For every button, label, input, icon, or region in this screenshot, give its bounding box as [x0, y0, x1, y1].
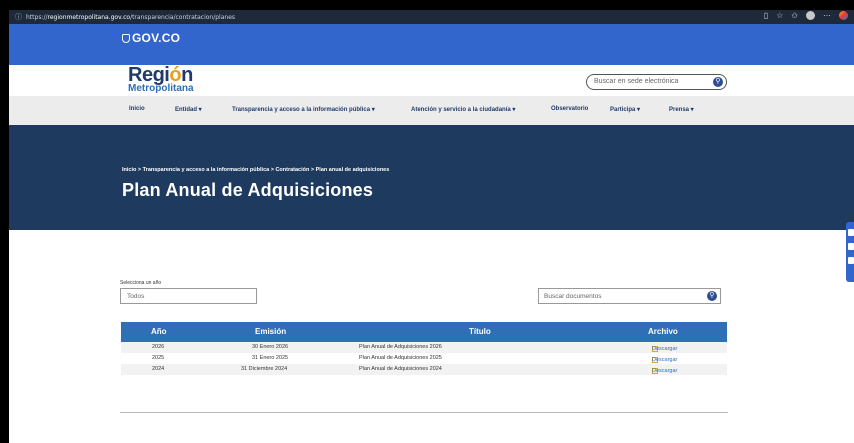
- search-icon[interactable]: ⚲: [713, 77, 723, 87]
- logo-word: Región: [128, 65, 194, 85]
- search-icon[interactable]: ⚲: [707, 291, 717, 301]
- cell-title: Plan Anual de Adquisiciones 2025: [359, 355, 442, 361]
- url-prefix: https://: [26, 13, 48, 21]
- breadcrumb[interactable]: Inicio > Transparencia y acceso a la inf…: [122, 167, 389, 173]
- year-select[interactable]: Todos: [120, 288, 257, 304]
- cell-year: 2024: [152, 366, 165, 372]
- site-search-input[interactable]: Buscar en sede electrónica ⚲: [586, 74, 727, 90]
- site-search-placeholder: Buscar en sede electrónica: [594, 78, 679, 85]
- table-row: 2025 31 Enero 2025 Plan Anual de Adquisi…: [121, 353, 727, 364]
- column-header-title: Título: [469, 327, 491, 336]
- nav-item-prensa[interactable]: Prensa ▾: [669, 106, 694, 113]
- documents-table: Año Emisión Título Archivo 2026 30 Enero…: [121, 322, 727, 375]
- favorite-icon[interactable]: ☆: [776, 11, 783, 20]
- document-search-input[interactable]: Buscar documentos ⚲: [538, 288, 721, 304]
- more-icon[interactable]: ⋯: [823, 11, 831, 20]
- page-hero: Inicio > Transparencia y acceso a la inf…: [9, 125, 854, 230]
- logo-subword: Metropolitana: [128, 83, 194, 94]
- cell-date: 31 Diciembre 2024: [241, 366, 288, 372]
- browser-window: ⓘ https://regionmetropolitana.gov.co/tra…: [9, 10, 854, 443]
- font-size-icon[interactable]: [848, 257, 854, 264]
- table-row: 2024 31 Diciembre 2024 Plan Anual de Adq…: [121, 364, 727, 375]
- document-search-placeholder: Buscar documentos: [544, 293, 602, 300]
- year-select-label: Selecciona un año: [120, 280, 162, 286]
- contrast-icon[interactable]: [848, 243, 854, 250]
- address-bar[interactable]: https://regionmetropolitana.gov.co/trans…: [26, 14, 235, 21]
- nav-item-inicio[interactable]: Inicio: [129, 106, 145, 112]
- url-domain: regionmetropolitana.gov.co: [47, 13, 131, 21]
- browser-tools: ▯ ☆ ✩ ⋯: [764, 11, 848, 20]
- cell-year: 2026: [152, 344, 165, 350]
- floating-toolbar: [846, 222, 854, 282]
- download-label: Descargar: [652, 346, 678, 352]
- column-header-file: Archivo: [648, 327, 678, 336]
- lock-icon: ⓘ: [15, 14, 22, 21]
- cell-date: 30 Enero 2026: [252, 344, 289, 350]
- column-header-year: Año: [151, 327, 167, 336]
- cell-title: Plan Anual de Adquisiciones 2024: [359, 366, 442, 372]
- extension-icon[interactable]: [839, 11, 848, 20]
- nav-item-entidad[interactable]: Entidad ▾: [175, 106, 202, 113]
- govco-logo-text: GOV.CO: [132, 31, 181, 45]
- site-logo[interactable]: Región Metropolitana: [128, 65, 194, 94]
- reader-icon[interactable]: ▯: [764, 11, 768, 20]
- gov-bar: GOV.CO: [9, 24, 854, 65]
- download-label: Descargar: [652, 368, 678, 374]
- nav-item-transparencia[interactable]: Transparencia y acceso a la información …: [232, 106, 375, 113]
- favorites-bar-icon[interactable]: ✩: [791, 11, 798, 20]
- divider: [120, 412, 728, 413]
- download-label: Descargar: [652, 357, 678, 363]
- nav-item-atencion[interactable]: Atención y servicio a la ciudadanía ▾: [411, 106, 515, 113]
- cell-title: Plan Anual de Adquisiciones 2026: [359, 344, 442, 350]
- cell-date: 31 Enero 2025: [252, 355, 289, 361]
- cell-year: 2025: [152, 355, 165, 361]
- column-header-emission: Emisión: [255, 327, 287, 336]
- profile-icon[interactable]: [806, 11, 815, 20]
- nav-item-observatorio[interactable]: Observatorio: [551, 106, 588, 112]
- table-header: Año Emisión Título Archivo: [121, 322, 727, 342]
- main-nav: Inicio Entidad ▾ Transparencia y acceso …: [9, 96, 854, 125]
- accessibility-icon[interactable]: [848, 229, 854, 236]
- page-title: Plan Anual de Adquisiciones: [122, 180, 374, 200]
- table-row: 2026 30 Enero 2026 Plan Anual de Adquisi…: [121, 342, 727, 353]
- shield-icon: [122, 34, 130, 43]
- nav-item-participa[interactable]: Participa ▾: [610, 106, 640, 113]
- browser-toolbar: ⓘ https://regionmetropolitana.gov.co/tra…: [9, 10, 854, 24]
- url-path: /transparencia/contratacion/planes: [130, 13, 236, 21]
- govco-logo[interactable]: GOV.CO: [122, 31, 180, 45]
